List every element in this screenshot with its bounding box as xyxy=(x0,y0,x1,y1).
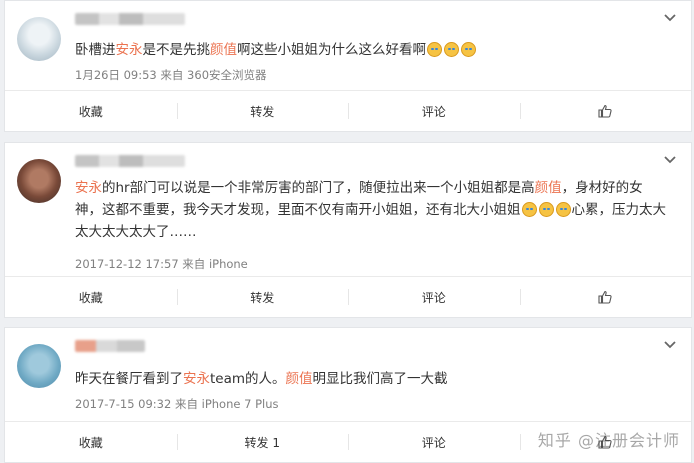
highlighted-keyword: 颜值 xyxy=(285,371,313,387)
action-bar: 收藏 转发 评论 xyxy=(5,90,691,131)
weibo-comment-card: 卧槽进安永是不是先挑颜值啊这些小姐姐为什么这么好看啊 1月26日 09:53 来… xyxy=(4,0,692,132)
avatar[interactable] xyxy=(17,344,61,388)
comment-meta: 2017-7-15 09:32 来自 iPhone 7 Plus xyxy=(75,397,279,411)
crying-emoji-icon xyxy=(461,42,476,57)
comment-text-segment: 是不是先挑 xyxy=(142,42,211,58)
highlighted-keyword: 颜值 xyxy=(534,180,562,196)
blurred-username xyxy=(75,155,185,167)
avatar[interactable] xyxy=(17,159,61,203)
highlighted-keyword: 安永 xyxy=(115,42,143,58)
comment-button[interactable]: 评论 xyxy=(348,422,520,462)
weibo-comment-card: 安永的hr部门可以说是一个非常厉害的部门了，随便拉出来一个小姐姐都是高颜值，身材… xyxy=(4,142,692,318)
comment-button[interactable]: 评论 xyxy=(348,91,520,131)
crying-emoji-icon xyxy=(444,42,459,57)
collect-button[interactable]: 收藏 xyxy=(5,422,177,462)
comment-button[interactable]: 评论 xyxy=(348,277,520,317)
crying-emoji-icon xyxy=(555,202,571,217)
comment-meta: 2017-12-12 17:57 来自 iPhone xyxy=(75,257,248,271)
blurred-username xyxy=(75,340,145,352)
avatar[interactable] xyxy=(17,17,61,61)
comment-text: 昨天在餐厅看到了安永team的人。颜值明显比我们高了一大截 xyxy=(75,368,669,390)
like-button[interactable] xyxy=(519,277,692,317)
comment-text-segment: 啊这些小姐姐为什么这么好看啊 xyxy=(237,42,426,58)
action-bar: 收藏 转发 评论 xyxy=(5,276,691,317)
repost-button[interactable]: 转发 xyxy=(176,91,349,131)
chevron-down-icon[interactable] xyxy=(663,153,677,167)
repost-button[interactable]: 转发 1 xyxy=(176,422,349,462)
highlighted-keyword: 安永 xyxy=(183,371,210,387)
thumbs-up-icon xyxy=(598,104,612,118)
chevron-down-icon[interactable] xyxy=(663,338,677,352)
collect-button[interactable]: 收藏 xyxy=(5,277,177,317)
comment-text: 安永的hr部门可以说是一个非常厉害的部门了，随便拉出来一个小姐姐都是高颜值，身材… xyxy=(75,177,669,243)
watermark: 知乎 @注册会计师 xyxy=(537,431,680,450)
repost-button[interactable]: 转发 xyxy=(176,277,349,317)
thumbs-up-icon xyxy=(598,290,612,304)
comment-text-segment: 卧槽进 xyxy=(75,42,116,58)
comment-text-segment: team的人。 xyxy=(210,371,286,387)
blurred-username xyxy=(75,13,185,25)
like-button[interactable] xyxy=(519,91,692,131)
chevron-down-icon[interactable] xyxy=(663,11,677,25)
crying-emoji-icon xyxy=(538,202,554,217)
comment-meta: 1月26日 09:53 来自 360安全浏览器 xyxy=(75,68,267,82)
comment-text: 卧槽进安永是不是先挑颜值啊这些小姐姐为什么这么好看啊 xyxy=(75,39,669,61)
crying-emoji-icon xyxy=(521,202,537,217)
comment-text-segment: 的hr部门可以说是一个非常厉害的部门了，随便拉出来一个小姐姐都是高 xyxy=(102,180,535,196)
crying-emoji-icon xyxy=(427,42,442,57)
highlighted-keyword: 颜值 xyxy=(210,42,237,58)
collect-button[interactable]: 收藏 xyxy=(5,91,177,131)
comment-text-segment: 昨天在餐厅看到了 xyxy=(75,371,183,387)
highlighted-keyword: 安永 xyxy=(75,180,102,196)
comment-text-segment: 明显比我们高了一大截 xyxy=(312,371,448,387)
